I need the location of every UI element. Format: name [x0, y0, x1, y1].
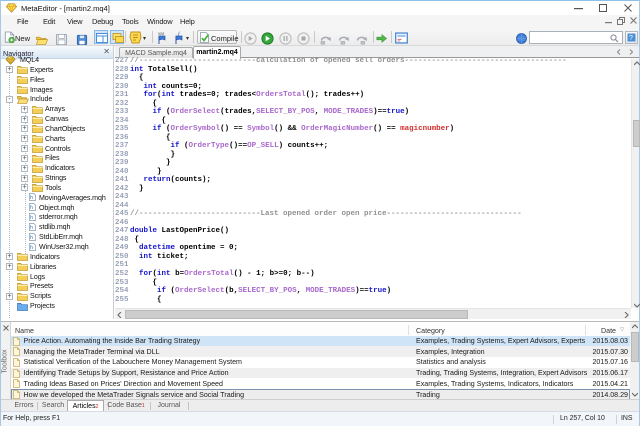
svg-text:h: h [30, 225, 33, 231]
svg-text:h: h [30, 245, 33, 251]
svg-text:h: h [30, 195, 33, 201]
svg-text:?: ? [629, 35, 633, 42]
svg-text:var: var [158, 31, 165, 36]
svg-text:h: h [30, 215, 33, 221]
svg-text:h: h [30, 235, 33, 241]
svg-text:h: h [30, 205, 33, 211]
